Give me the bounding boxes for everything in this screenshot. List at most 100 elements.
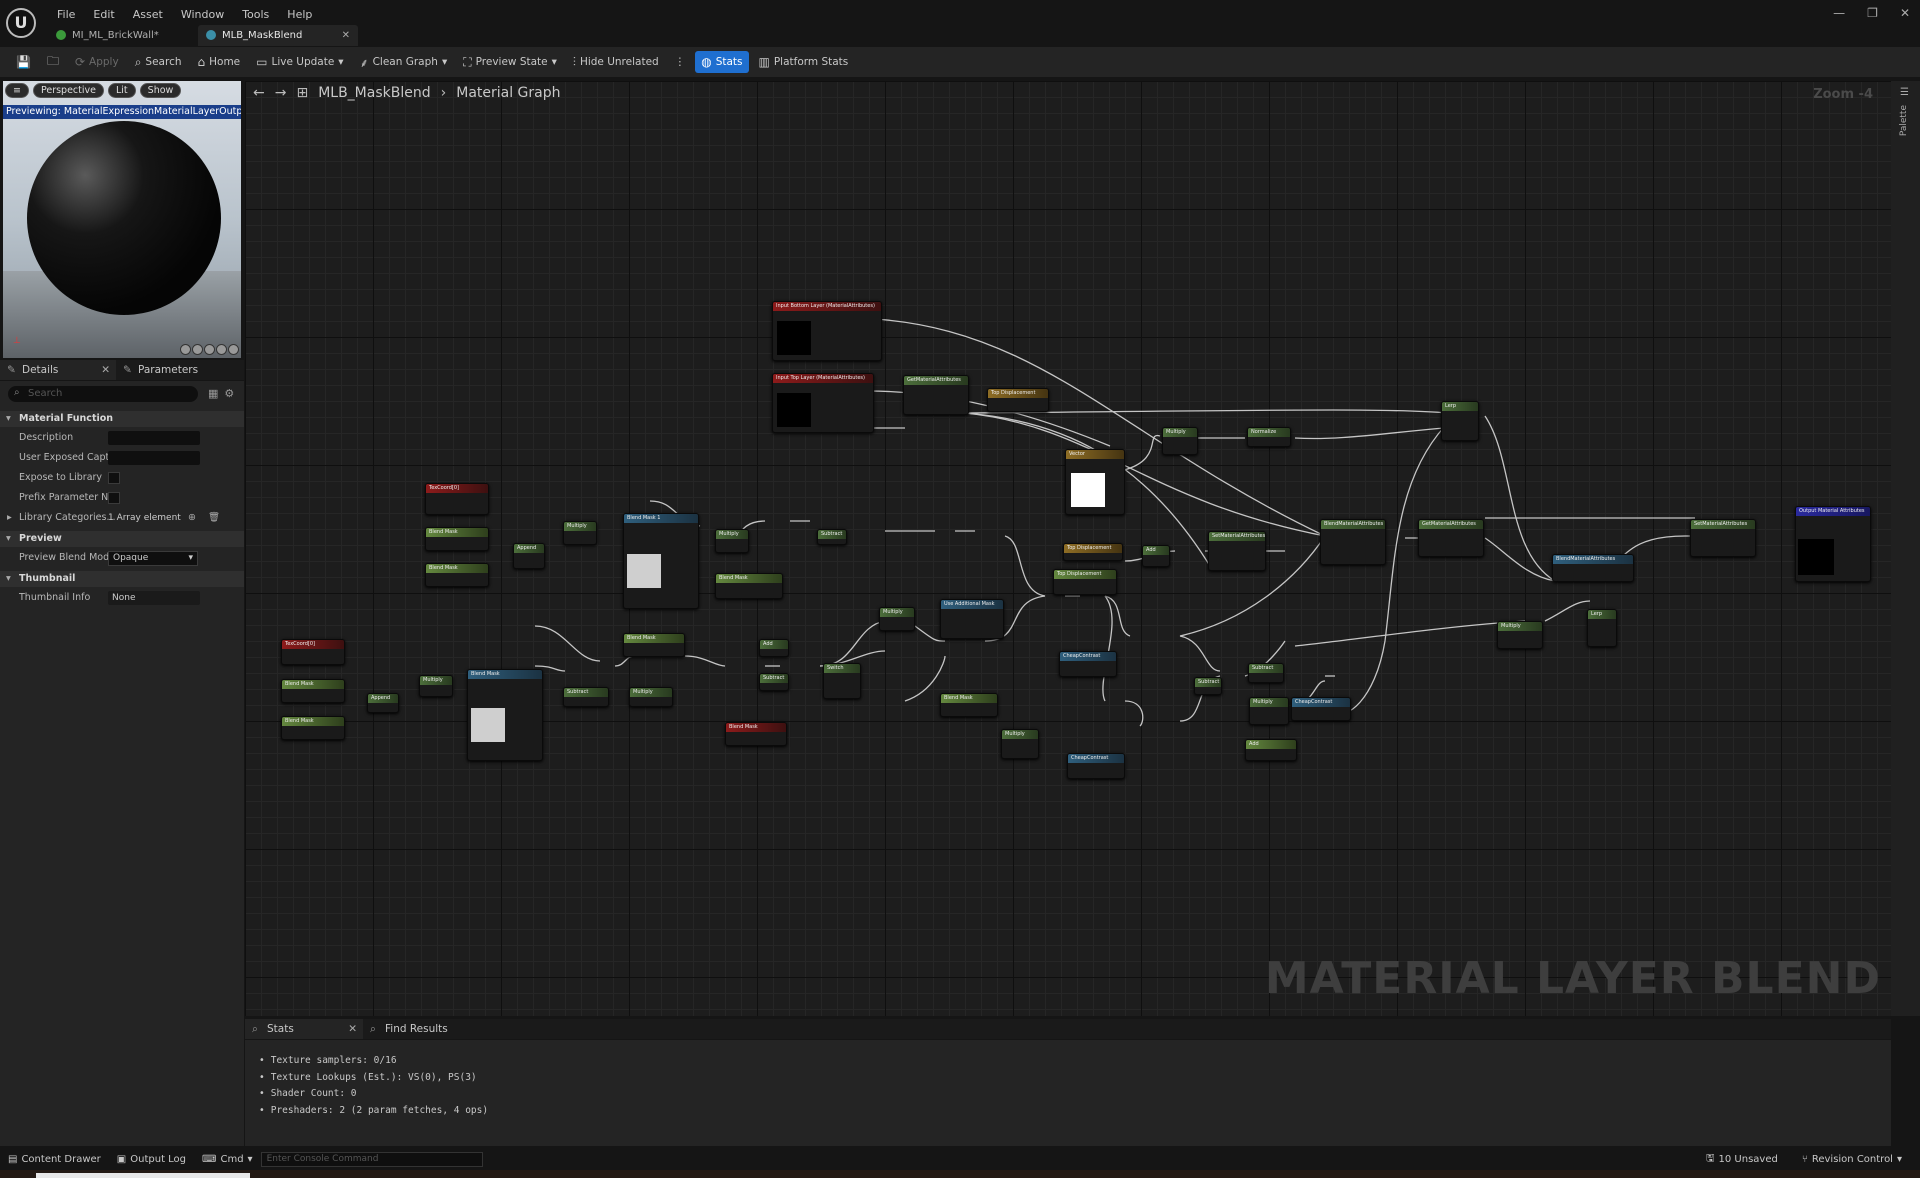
details-search-input[interactable]: ⌕ Search xyxy=(8,386,198,402)
node-subtract[interactable]: Subtract xyxy=(563,687,609,707)
sphere-mesh-icon[interactable] xyxy=(192,344,203,355)
custom-mesh-icon[interactable] xyxy=(228,344,239,355)
tab-parameters[interactable]: ✎ Parameters xyxy=(116,360,208,380)
preview-state-button[interactable]: ⛶ Preview State ▾ xyxy=(457,51,563,73)
node-texcoord[interactable]: TexCoord[0] xyxy=(425,483,489,515)
revision-control-button[interactable]: ⑂ Revision Control ▾ xyxy=(1794,1154,1910,1165)
back-arrow-icon[interactable]: ← xyxy=(253,85,265,101)
node-set-material-attributes[interactable]: SetMaterialAttributes xyxy=(1208,531,1266,571)
tab-stats[interactable]: ⌕ Stats ✕ xyxy=(245,1019,363,1039)
node-saturate-2[interactable]: Subtract xyxy=(1248,663,1284,683)
node-vector[interactable]: Vector xyxy=(1065,449,1125,515)
apply-button[interactable]: ⟳ Apply xyxy=(69,51,125,73)
cube-mesh-icon[interactable] xyxy=(216,344,227,355)
node-lerp[interactable]: Lerp xyxy=(1441,401,1479,441)
minimize-icon[interactable]: — xyxy=(1833,6,1845,20)
node-top-displacement[interactable]: Top Displacement xyxy=(987,388,1049,412)
home-button[interactable]: ⌂ Home xyxy=(192,51,247,73)
graph-hierarchy-icon[interactable]: ⊞ xyxy=(296,85,308,101)
node-blend-mask-1-texture[interactable]: Blend Mask 1 xyxy=(623,513,699,609)
node-blend-material-attributes[interactable]: BlendMaterialAttributes xyxy=(1320,519,1386,565)
node-saturate[interactable]: Subtract xyxy=(817,529,847,545)
node-blend-mask-tiling-v[interactable]: Blend Mask xyxy=(425,563,489,587)
tab-find-results[interactable]: ⌕ Find Results xyxy=(363,1019,458,1039)
section-thumbnail[interactable]: ▾ Thumbnail xyxy=(0,571,244,587)
section-material-function[interactable]: ▾ Material Function xyxy=(0,411,244,427)
gear-icon[interactable]: ⚙ xyxy=(224,387,234,400)
tab-mi-ml-brickwall[interactable]: MI_ML_BrickWall* xyxy=(48,25,198,46)
node-multiply-c[interactable]: Multiply xyxy=(629,687,673,707)
node-blend-angle-corrected-normals[interactable]: BlendMaterialAttributes xyxy=(1552,554,1634,582)
node-blend-mask-contrast[interactable]: Blend Mask xyxy=(940,693,998,717)
expose-to-library-checkbox[interactable] xyxy=(108,472,120,484)
save-button[interactable]: 💾 xyxy=(10,51,37,73)
thumbnail-info-value[interactable]: None xyxy=(108,591,200,605)
node-subtract-3[interactable]: Subtract xyxy=(1194,677,1222,695)
console-input[interactable]: Enter Console Command xyxy=(260,1151,483,1167)
prop-library-categories[interactable]: ▸ Library Categories... 1 Array element ⊕ 🗑 xyxy=(0,508,244,528)
node-multiply[interactable]: Multiply xyxy=(1162,427,1198,455)
cylinder-mesh-icon[interactable] xyxy=(180,344,191,355)
node-multiply-b[interactable]: Multiply xyxy=(879,607,915,631)
node-cheap-contrast[interactable]: CheapContrast xyxy=(1059,651,1117,677)
more-options-icon[interactable]: ⋮ xyxy=(669,51,692,73)
add-element-icon[interactable]: ⊕ xyxy=(188,508,196,528)
browse-button[interactable]: 🗀 xyxy=(41,51,65,73)
node-subtract-2[interactable]: Subtract xyxy=(759,673,789,691)
unreal-logo-icon[interactable]: U xyxy=(6,8,36,38)
node-blend-mask-v-tiling[interactable]: Blend Mask xyxy=(281,716,345,740)
user-exposed-caption-field[interactable] xyxy=(108,451,200,465)
node-transition-phase[interactable]: Blend Mask xyxy=(623,633,685,657)
node-set-material-attributes-2[interactable]: SetMaterialAttributes xyxy=(1690,519,1756,557)
cmd-dropdown[interactable]: ⌨ Cmd ▾ xyxy=(194,1154,261,1165)
description-field[interactable] xyxy=(108,431,200,445)
tab-mlb-maskblend[interactable]: MLB_MaskBlend ✕ xyxy=(198,25,358,46)
node-get-material-attributes[interactable]: GetMaterialAttributes xyxy=(903,375,969,415)
clean-graph-button[interactable]: ⸙ Clean Graph ▾ xyxy=(354,51,454,73)
menu-window[interactable]: Window xyxy=(172,6,233,23)
node-blend-mask-intensity[interactable]: Blend Mask xyxy=(715,573,783,599)
node-blend-mask-texture[interactable]: Blend Mask xyxy=(467,669,543,761)
node-multiply-f[interactable]: Multiply xyxy=(1249,697,1289,725)
menu-file[interactable]: File xyxy=(48,6,84,23)
node-append-2[interactable]: Append xyxy=(367,693,399,713)
node-cheap-contrast-2[interactable]: CheapContrast xyxy=(1067,753,1125,779)
node-top-displacement-2[interactable]: Top Displacement xyxy=(1063,543,1123,561)
trash-icon[interactable]: 🗑 xyxy=(208,508,220,528)
restore-icon[interactable]: ❐ xyxy=(1867,6,1878,20)
node-input-top-layer[interactable]: Input Top Layer (MaterialAttributes) xyxy=(772,373,874,433)
stats-button[interactable]: ◍ Stats xyxy=(695,51,749,73)
breadcrumb-asset[interactable]: MLB_MaskBlend xyxy=(318,85,430,101)
node-multiply-uv[interactable]: Multiply xyxy=(563,521,597,545)
node-multiply-uv-2[interactable]: Multiply xyxy=(419,675,453,697)
node-multiply-e[interactable]: Multiply xyxy=(1497,621,1543,649)
node-blend-mask-tiling-u[interactable]: Blend Mask xyxy=(425,527,489,551)
forward-arrow-icon[interactable]: → xyxy=(275,85,287,101)
node-blend-mask-u-tiling[interactable]: Blend Mask xyxy=(281,679,345,703)
node-use-additional-mask[interactable]: Use Additional Mask xyxy=(940,599,1004,639)
node-cheap-contrast-3[interactable]: CheapContrast xyxy=(1291,697,1351,721)
close-icon[interactable]: ✕ xyxy=(342,25,350,46)
preview-blend-mode-select[interactable]: Opaque ▾ xyxy=(108,551,198,566)
viewport-menu-button[interactable]: ≡ xyxy=(5,83,29,98)
taskbar-search-box[interactable] xyxy=(36,1173,250,1178)
content-drawer-button[interactable]: ▤ Content Drawer xyxy=(0,1154,109,1165)
node-multiply-d[interactable]: Multiply xyxy=(1001,729,1039,759)
unsaved-button[interactable]: 🖫 10 Unsaved xyxy=(1698,1151,1786,1168)
node-top-layer-height[interactable]: Top Displacement xyxy=(1053,569,1117,595)
close-icon[interactable]: ✕ xyxy=(348,1019,357,1039)
close-icon[interactable]: ✕ xyxy=(101,360,110,380)
live-update-button[interactable]: ▭ Live Update ▾ xyxy=(250,51,349,73)
node-add-2[interactable]: Add xyxy=(1142,545,1170,567)
node-add[interactable]: Add xyxy=(759,639,789,657)
show-button[interactable]: Show xyxy=(139,83,182,98)
output-log-button[interactable]: ▣ Output Log xyxy=(109,1154,194,1165)
section-preview[interactable]: ▾ Preview xyxy=(0,531,244,547)
node-constant[interactable]: Add xyxy=(1245,739,1297,761)
palette-sidebar[interactable]: ☰ Palette xyxy=(1891,81,1920,1016)
close-window-icon[interactable]: ✕ xyxy=(1900,6,1910,20)
prefix-parameter-checkbox[interactable] xyxy=(108,492,120,504)
hide-unrelated-button[interactable]: ⫶ Hide Unrelated xyxy=(567,51,665,73)
node-get-material-attributes-2[interactable]: GetMaterialAttributes xyxy=(1418,519,1484,557)
menu-help[interactable]: Help xyxy=(278,6,321,23)
